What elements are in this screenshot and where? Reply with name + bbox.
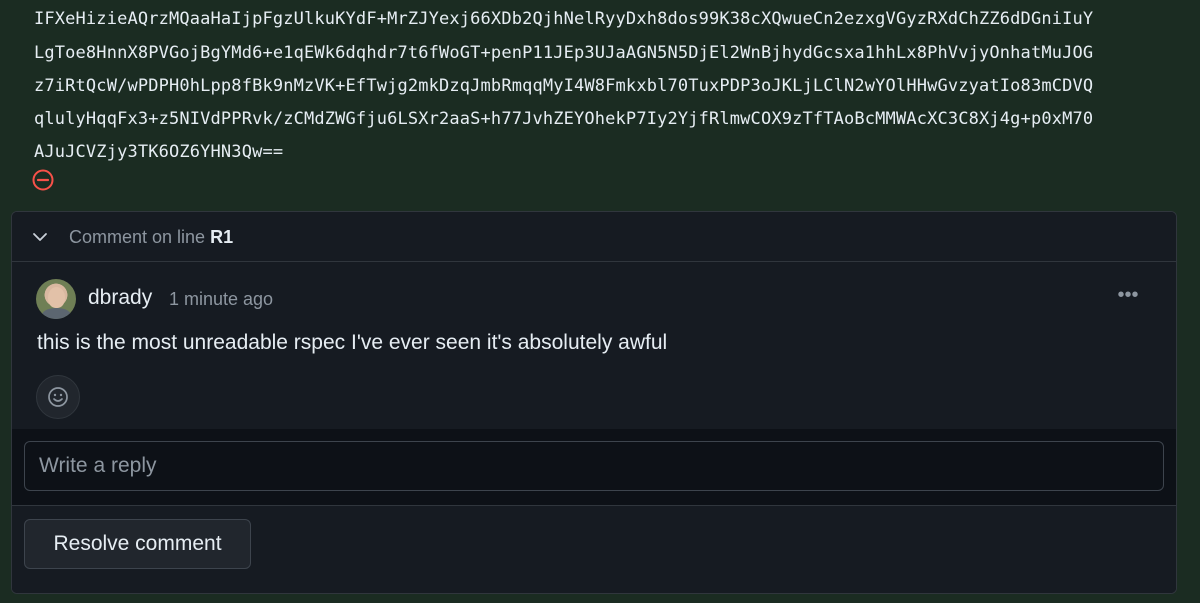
comment-author[interactable]: dbrady xyxy=(88,286,152,310)
code-line: LgToe8HnnX8PVGojBgYMd6+e1qEWk6dqhdr7t6fW… xyxy=(34,43,1094,63)
code-line: IFXeHizieAQrzMQaaHaIjpFgzUlkuKYdF+MrZJYe… xyxy=(34,9,1094,29)
thread-title-prefix: Comment on line xyxy=(69,227,206,247)
thread-header[interactable]: Comment on line R1 xyxy=(12,212,1176,262)
code-line: AJuJCVZjy3TK6OZ6YHN3Qw== xyxy=(34,142,284,162)
comment: dbrady 1 minute ago ••• this is the most… xyxy=(12,262,1176,429)
comment-thread: Comment on line R1 dbrady 1 minute ago •… xyxy=(11,211,1177,594)
minus-circle-icon[interactable] xyxy=(32,169,54,191)
comment-time[interactable]: 1 minute ago xyxy=(169,289,273,310)
chevron-down-icon[interactable] xyxy=(32,229,48,245)
comment-text: this is the most unreadable rspec I've e… xyxy=(37,331,668,354)
code-line: qlulyHqqFx3+z5NIVdPPRvk/zCMdZWGfju6LSXr2… xyxy=(34,109,1094,129)
thread-line-ref: R1 xyxy=(210,227,234,247)
avatar[interactable] xyxy=(36,279,76,319)
diff-code-block: IFXeHizieAQrzMQaaHaIjpFgzUlkuKYdF+MrZJYe… xyxy=(0,0,1200,200)
reply-input[interactable] xyxy=(24,441,1164,491)
resolve-comment-button[interactable]: Resolve comment xyxy=(24,519,251,569)
code-line: z7iRtQcW/wPDPH0hLpp8fBk9nMzVK+EfTwjg2mkD… xyxy=(34,76,1094,96)
add-reaction-button[interactable] xyxy=(36,375,80,419)
thread-title: Comment on line R1 xyxy=(69,227,233,248)
reply-area xyxy=(12,429,1176,506)
more-options-button[interactable]: ••• xyxy=(1112,285,1144,309)
smiley-icon xyxy=(48,387,68,407)
thread-footer: Resolve comment xyxy=(12,506,1176,593)
